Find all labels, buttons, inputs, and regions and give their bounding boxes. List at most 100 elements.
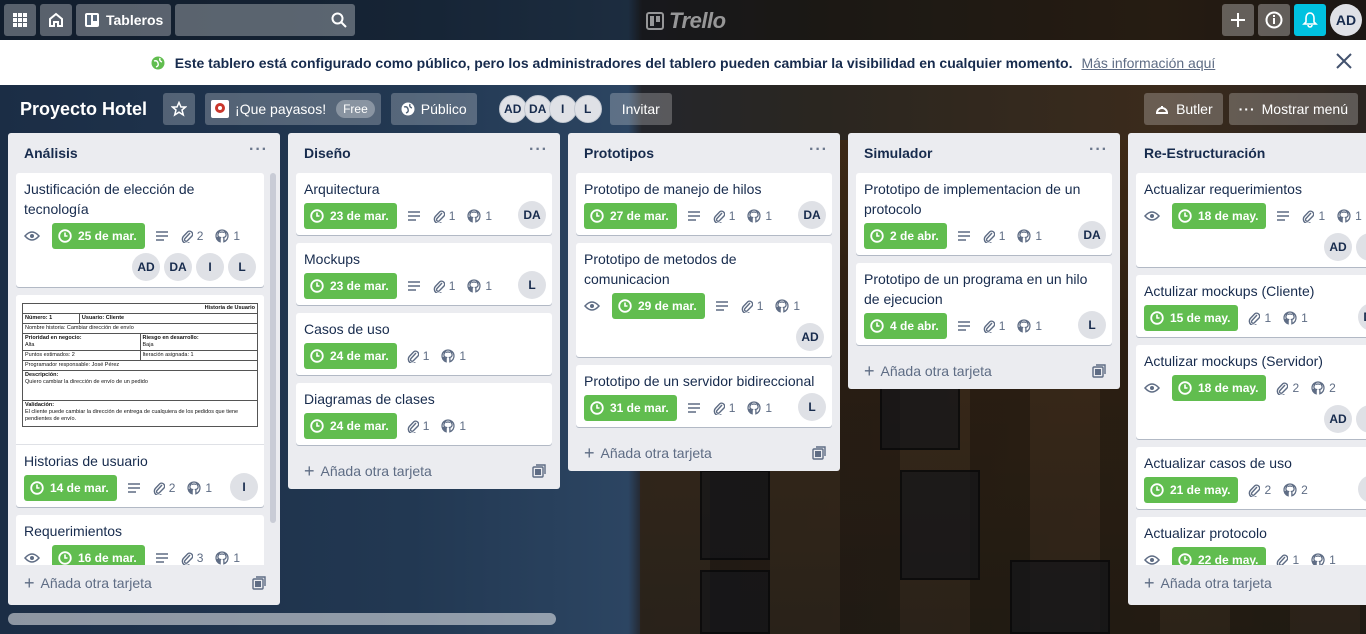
member-avatar[interactable]: I [1358,475,1366,503]
notifications-button[interactable] [1294,4,1326,36]
member-avatar[interactable]: I [548,95,577,123]
add-card-button[interactable]: + Añada otra tarjeta [8,565,280,601]
close-icon[interactable] [1334,51,1354,71]
add-card-button[interactable]: + Añada otra tarjeta [568,435,840,471]
due-date-badge[interactable]: 14 de mar. [24,475,117,501]
card[interactable]: Prototipo de un programa en un hilo de e… [856,263,1112,345]
member-avatar[interactable]: I [230,473,258,501]
card[interactable]: Arquitectura 23 de mar. 1 1 DA [296,173,552,235]
invite-button[interactable]: Invitar [609,93,672,125]
card-template-icon[interactable] [252,576,266,590]
create-button[interactable] [1222,4,1254,36]
list-vertical-scrollbar[interactable] [270,173,276,523]
list-title[interactable]: Simulador [864,145,932,161]
user-avatar[interactable]: AD [1330,4,1362,36]
card[interactable]: Requerimientos 16 de mar. 3 1 [16,515,264,565]
member-avatar[interactable]: AD [796,323,824,351]
apps-menu-button[interactable] [4,4,36,36]
card[interactable]: Actulizar mockups (Servidor) 18 de may. 2 2… [1136,345,1366,439]
due-date-badge[interactable]: 24 de mar. [304,343,397,369]
card[interactable]: Casos de uso 24 de mar. 1 1 [296,313,552,375]
member-avatar[interactable]: L [518,271,546,299]
due-date-badge[interactable]: 15 de may. [1144,305,1239,331]
member-avatar[interactable]: L [573,95,602,123]
member-avatar[interactable]: I [196,253,224,281]
due-date-badge[interactable]: 22 de may. [1172,547,1267,565]
add-card-button[interactable]: + Añada otra tarjeta [1128,565,1366,601]
card[interactable]: Prototipo de metodos de comunicacion 29 d… [576,243,832,357]
card[interactable]: Diagramas de clases 24 de mar. 1 1 [296,383,552,445]
member-avatar[interactable]: L [1356,233,1366,261]
github-count: 1 [1329,553,1336,565]
list-title[interactable]: Análisis [24,145,78,161]
member-avatar[interactable]: AD [498,95,527,123]
due-date-badge[interactable]: 24 de mar. [304,413,397,439]
list-menu-icon[interactable]: ··· [1089,142,1108,158]
list-title[interactable]: Re-Estructuración [1144,145,1265,161]
due-date-badge[interactable]: 21 de may. [1144,477,1239,503]
member-avatar[interactable]: L [228,253,256,281]
due-date-badge[interactable]: 4 de abr. [864,313,947,339]
search-input[interactable] [175,4,356,36]
list-title[interactable]: Diseño [304,145,351,161]
member-avatar[interactable]: AD [132,253,160,281]
due-date-badge[interactable]: 18 de may. [1172,203,1267,229]
member-avatar[interactable]: L [1356,405,1366,433]
card[interactable]: Actualizar protocolo 22 de may. 1 1 [1136,517,1366,565]
due-date-badge[interactable]: 23 de mar. [304,273,397,299]
due-date-badge[interactable]: 31 de mar. [584,395,677,421]
due-date-badge[interactable]: 27 de mar. [584,203,677,229]
member-avatar[interactable]: DA [798,201,826,229]
list-header[interactable]: Análisis ··· [8,133,280,173]
card[interactable]: Prototipo de manejo de hilos 27 de mar. 1 1… [576,173,832,235]
card[interactable]: Mockups 23 de mar. 1 1 L [296,243,552,305]
due-date-badge[interactable]: 25 de mar. [52,223,145,249]
add-card-button[interactable]: + Añada otra tarjeta [848,353,1120,389]
due-date-badge[interactable]: 16 de mar. [52,545,145,565]
show-menu-button[interactable]: ··· Mostrar menú [1228,93,1358,125]
due-date-badge[interactable]: 18 de may. [1172,375,1267,401]
banner-more-info-link[interactable]: Más información aquí [1081,55,1215,71]
list-menu-icon[interactable]: ··· [249,142,268,158]
home-button[interactable] [40,4,72,36]
team-button[interactable]: ¡Que payasos! Free [205,93,381,125]
add-card-button[interactable]: + Añada otra tarjeta [288,453,560,489]
member-avatar[interactable]: L [1078,311,1106,339]
list-header[interactable]: Re-Estructuración··· [1128,133,1366,173]
card[interactable]: Actualizar casos de uso 21 de may. 2 2 I [1136,447,1366,509]
card[interactable]: Justificación de elección de tecnología 2… [16,173,264,287]
card-template-icon[interactable] [1092,364,1106,378]
member-avatar[interactable]: DA [164,253,192,281]
member-avatar[interactable]: DA [1078,221,1106,249]
card[interactable]: Prototipo de implementacion de un protoc… [856,173,1112,255]
trello-logo[interactable]: Trello [646,8,726,34]
list-header[interactable]: Prototipos ··· [568,133,840,173]
card-template-icon[interactable] [532,464,546,478]
member-avatar[interactable]: AD [1324,405,1352,433]
list-title[interactable]: Prototipos [584,145,654,161]
list-header[interactable]: Simulador ··· [848,133,1120,173]
due-date-badge[interactable]: 29 de mar. [612,293,705,319]
board-title[interactable]: Proyecto Hotel [12,99,155,120]
due-date-badge[interactable]: 2 de abr. [864,223,947,249]
list-menu-icon[interactable]: ··· [529,142,548,158]
card-template-icon[interactable] [812,446,826,460]
butler-button[interactable]: Butler [1144,93,1223,125]
info-button[interactable] [1258,4,1290,36]
visibility-button[interactable]: Público [390,93,477,125]
member-avatar[interactable]: DA [523,95,552,123]
card[interactable]: Actulizar mockups (Cliente) 15 de may. 1 1 D… [1136,275,1366,337]
member-avatar[interactable]: DA [518,201,546,229]
card[interactable]: Historia de Usuario Número: 1 Usuario: Cli… [16,295,264,507]
list-menu-icon[interactable]: ··· [809,142,828,158]
member-avatar[interactable]: DA [1358,303,1366,331]
member-avatar[interactable]: L [798,393,826,421]
card[interactable]: Prototipo de un servidor bidireccional 31… [576,365,832,427]
member-avatar[interactable]: AD [1324,233,1352,261]
due-date-badge[interactable]: 23 de mar. [304,203,397,229]
horizontal-scrollbar[interactable] [8,613,556,625]
list-header[interactable]: Diseño ··· [288,133,560,173]
star-button[interactable] [163,93,196,125]
card[interactable]: Actualizar requerimientos18 de may.11ADL [1136,173,1366,267]
boards-button[interactable]: Tableros [76,4,172,36]
